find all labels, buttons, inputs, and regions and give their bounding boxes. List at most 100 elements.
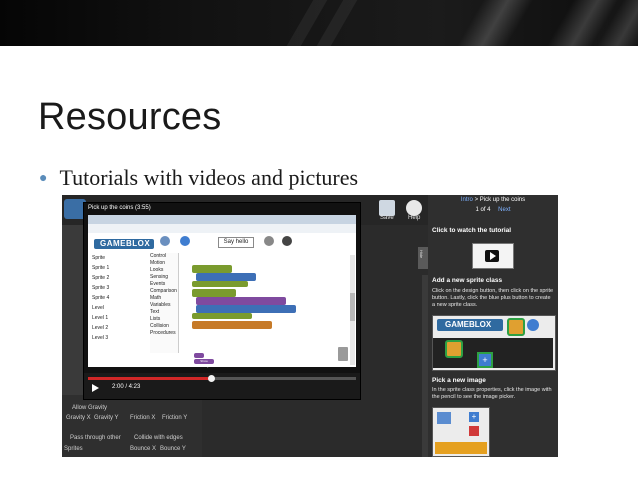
palette-item[interactable]: Sensing [150, 274, 178, 281]
help-label: Help [408, 215, 421, 221]
collide-edges-checkbox[interactable]: Collide with edges [134, 435, 183, 441]
tree-item[interactable]: Sprite 3 [92, 285, 152, 295]
sprite-tree: Sprite Sprite 1 Sprite 2 Sprite 3 Sprite… [92, 255, 152, 345]
nav-prev-link[interactable]: Intro [461, 197, 473, 203]
video-title: Pick up the coins (3:55) [88, 205, 151, 211]
bounce-x-label: Bounce X [130, 446, 157, 452]
save-icon[interactable] [264, 236, 274, 246]
play-icon [527, 319, 539, 331]
palette-item[interactable]: Events [150, 281, 178, 288]
play-icon[interactable] [92, 384, 99, 392]
image-picker-screenshot: + [432, 407, 490, 457]
section-title: Pick a new image [432, 377, 486, 384]
play-icon[interactable] [180, 236, 190, 246]
section-title: Add a new sprite class [432, 277, 503, 284]
palette-item[interactable]: Text [150, 309, 178, 316]
video-progress-knob[interactable] [208, 375, 216, 382]
hide-tutorial-tab[interactable]: Hide [418, 247, 428, 269]
sprite-class-screenshot: GAMEBLOX + [432, 315, 556, 371]
save-icon[interactable] [379, 200, 395, 216]
code-block[interactable] [192, 289, 236, 297]
add-plus-icon: + [469, 412, 479, 422]
code-block[interactable] [196, 297, 286, 305]
header-band [0, 0, 200, 46]
palette-item[interactable]: Motion [150, 260, 178, 267]
trash-icon[interactable] [338, 347, 348, 361]
image-tile [435, 442, 487, 454]
tree-item[interactable]: Sprite 1 [92, 265, 152, 275]
code-block[interactable] [196, 305, 296, 313]
hide-tab-label: Hide [419, 250, 424, 259]
gravity-y-label: Gravity Y [94, 415, 119, 421]
palette-item[interactable]: Looks [150, 267, 178, 274]
palette-item[interactable]: Collision [150, 323, 178, 330]
palette-item[interactable]: Comparison [150, 288, 178, 295]
video-progress-fill [88, 377, 212, 380]
nav-next-link[interactable]: Next [498, 207, 510, 213]
palette-item[interactable]: Control [150, 253, 178, 260]
palette-item[interactable]: Math [150, 295, 178, 302]
tree-item[interactable]: Level 2 [92, 325, 152, 335]
scrollbar-thumb[interactable] [350, 293, 355, 321]
slide-header-bar [0, 0, 638, 46]
video-controls: 2:00 / 4:23 [84, 373, 360, 399]
code-block[interactable] [196, 273, 256, 281]
save-label: Save [380, 215, 394, 221]
section-text: In the sprite class properties, click th… [432, 387, 552, 400]
bullet-text: Tutorials with videos and pictures [59, 165, 359, 190]
workspace-scrollbar[interactable] [350, 255, 355, 365]
video-time: 2:00 / 4:23 [112, 384, 141, 390]
sprites-label: Sprites [64, 446, 83, 452]
tree-item[interactable]: Sprite 4 [92, 295, 152, 305]
browser-tabs [88, 215, 356, 224]
tree-item[interactable]: Level [92, 305, 152, 315]
friction-y-label: Friction Y [162, 415, 188, 421]
palette-item[interactable]: Lists [150, 316, 178, 323]
tree-item[interactable]: Sprite [92, 255, 152, 265]
nav-title: Pick up the coins [479, 197, 526, 203]
gameblox-editor-page: GAMEBLOX Say hello Sprite Sprite 1 Sprit… [88, 233, 356, 368]
help-icon[interactable] [282, 236, 292, 246]
bullet-dot-icon: ● [39, 171, 48, 186]
video-progress-bar[interactable] [88, 375, 356, 382]
gameblox-logo-text: GAMEBLOX [100, 239, 151, 248]
properties-panel: Allow Gravity Gravity X Gravity Y Fricti… [62, 395, 202, 457]
delete-icon [469, 426, 479, 436]
code-block[interactable] [192, 321, 272, 329]
tutorial-video-player[interactable]: Pick up the coins (3:55) GAMEBLOX Say he… [83, 202, 361, 400]
nav-count-row: 1 of 4 Next [428, 207, 558, 213]
code-block[interactable] [192, 313, 252, 319]
help-icon[interactable] [406, 200, 422, 216]
section-text: Click on the design button, then click o… [432, 288, 554, 308]
code-block[interactable] [192, 281, 248, 287]
message-input[interactable]: Say hello [218, 237, 254, 248]
design-icon[interactable] [160, 236, 170, 246]
play-icon [490, 252, 496, 260]
tree-item[interactable]: Level 3 [92, 335, 152, 345]
browser-address-bar [88, 224, 356, 233]
gravity-x-label: Gravity X [66, 415, 91, 421]
tutorial-video-thumbnail[interactable] [472, 243, 514, 269]
block-palette: Control Motion Looks Sensing Events Comp… [150, 253, 179, 353]
show-message-block[interactable]: Show Message [194, 359, 214, 368]
sprite-button-highlight [445, 340, 463, 358]
bullet-item: ● Tutorials with videos and pictures [39, 165, 358, 191]
tutorial-panel: Intro > Pick up the coins 1 of 4 Next Cl… [428, 195, 558, 457]
code-block[interactable] [194, 353, 204, 358]
nav-separator: > [472, 197, 480, 203]
tree-item[interactable]: Sprite 2 [92, 275, 152, 285]
palette-item[interactable]: Variables [150, 302, 178, 309]
gameblox-screenshot: Save Help Allow Gravity Gravity X Gravit… [62, 195, 558, 457]
pencil-icon [437, 412, 451, 424]
tree-item[interactable]: Level 1 [92, 315, 152, 325]
palette-item[interactable]: Procedures [150, 330, 178, 337]
allow-gravity-checkbox[interactable]: Allow Gravity [72, 405, 107, 411]
gameblox-logo-text: GAMEBLOX [445, 320, 492, 329]
design-button-highlight [507, 318, 525, 336]
friction-x-label: Friction X [130, 415, 156, 421]
pass-through-checkbox[interactable]: Pass through other [70, 435, 121, 441]
tutorial-nav: Intro > Pick up the coins 1 of 4 Next [428, 197, 558, 215]
nav-count: 1 of 4 [475, 207, 491, 213]
code-block[interactable] [192, 265, 232, 273]
section-title: Click to watch the tutorial [432, 227, 512, 234]
